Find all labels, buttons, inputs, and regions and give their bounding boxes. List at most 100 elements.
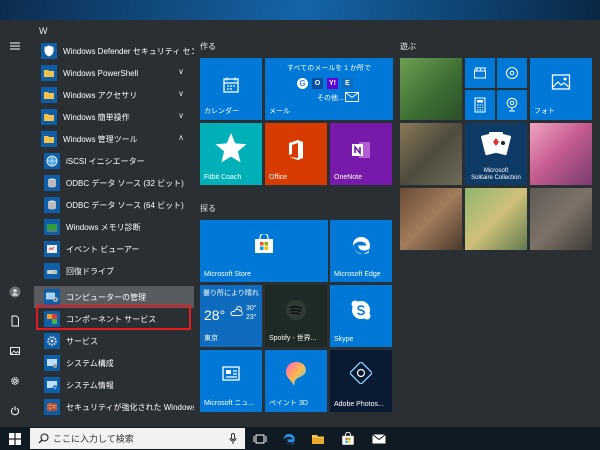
tile-game-blurred-2[interactable] [400,123,462,185]
app-label: Windows Defender セキュリティ センター [63,46,194,56]
chevron-down-icon[interactable]: ∨ [178,111,184,120]
tile-microsoft-solitaire[interactable]: Microsoft Solitaire Collection [465,123,527,185]
tile-weather[interactable]: 曇り所により晴れ 28° 30° 23° 東京 [200,285,262,347]
app-list[interactable]: W Windows Defender セキュリティ センター Windows P… [34,20,194,427]
app-windows-ease-of-access[interactable]: Windows 簡単操作 ∨ [34,106,194,128]
weather-condition: 曇り所により晴れ [203,290,259,297]
memory-icon [44,219,60,235]
app-event-viewer[interactable]: イベント ビューアー [34,238,194,260]
taskbar-mail-button[interactable] [366,427,392,450]
group-title-play: 遊ぶ [400,42,416,51]
tile-paint-3d[interactable]: ペイント 3D [265,350,327,412]
firewall-icon [44,399,60,415]
user-icon [9,286,21,298]
power-button[interactable] [0,397,30,425]
drive-icon [44,263,60,279]
app-services[interactable]: サービス [34,330,194,352]
envelope-icon [372,433,386,443]
app-label: Windows メモリ診断 [66,222,141,232]
tile-fitbit-coach[interactable]: Fitbit Coach [200,123,262,185]
taskbar-search-box[interactable]: ここに入力して検索 [30,428,245,449]
hamburger-menu-button[interactable] [0,32,30,60]
tile-camera[interactable] [497,90,527,120]
tile-label: カレンダー [204,108,239,115]
settings-button[interactable] [0,367,30,395]
edge-icon [283,433,295,445]
app-label: ODBC データ ソース (32 ビット) [66,178,184,188]
tile-calculator[interactable] [465,90,495,120]
tile-microsoft-news[interactable]: Microsoft ニュ... [200,350,262,412]
chevron-up-icon[interactable]: ∧ [178,133,184,142]
letter-header[interactable]: W [39,26,48,36]
tile-photos[interactable]: フォト [530,58,592,120]
taskbar-store-button[interactable] [335,427,361,450]
app-windows-defender[interactable]: Windows Defender セキュリティ センター [34,40,194,62]
app-windows-accessories[interactable]: Windows アクセサリ ∨ [34,84,194,106]
task-view-button[interactable] [247,427,273,450]
music-disc-icon [506,67,518,79]
app-odbc-32[interactable]: ODBC データ ソース (32 ビット) [34,172,194,194]
tile-onenote[interactable]: OneNote [330,123,392,185]
mail-other: その他... [317,95,344,102]
app-recovery-drive[interactable]: 回復ドライブ [34,260,194,282]
folder-icon [41,65,57,81]
hamburger-icon [10,42,20,50]
tile-label: Spotify - 世界... [269,335,317,342]
chevron-down-icon[interactable]: ∨ [178,67,184,76]
app-windows-powershell[interactable]: Windows PowerShell ∨ [34,62,194,84]
documents-button[interactable] [0,307,30,335]
app-label: 回復ドライブ [66,266,114,276]
tile-game-blurred-3[interactable] [400,188,462,250]
app-label: iSCSI イニシエーター [66,156,145,166]
chevron-down-icon[interactable]: ∨ [178,89,184,98]
tile-spotify[interactable]: Spotify - 世界... [265,285,327,347]
tile-microsoft-edge[interactable]: Microsoft Edge [330,220,392,282]
tile-calendar[interactable]: カレンダー [200,58,262,120]
tile-candy-crush[interactable] [530,123,592,185]
tile-office[interactable]: Office [265,123,327,185]
taskbar-file-explorer-button[interactable] [305,427,331,450]
tile-mail[interactable]: すべてのメールを 1 か所で G O Y! E その他... メール [265,58,393,120]
app-windows-admin-tools[interactable]: Windows 管理ツール ∧ [34,128,194,150]
microphone-icon[interactable] [229,433,237,445]
tile-label: メール [269,108,290,115]
shield-icon [41,43,57,59]
outlook-icon: O [312,78,323,89]
app-iscsi-initiator[interactable]: iSCSI イニシエーター [34,150,194,172]
taskbar: ここに入力して検索 [0,427,600,450]
user-account-button[interactable] [0,278,30,306]
tile-adobe-photoshop-express[interactable]: Adobe Photos... [330,350,392,412]
tile-game-blurred-1[interactable] [400,58,462,120]
pictures-button[interactable] [0,337,30,365]
app-windows-firewall-advanced[interactable]: セキュリティが強化された Windows De... [34,396,194,418]
tile-game-blurred-4[interactable] [465,188,527,250]
database-icon [44,175,60,191]
star-icon [215,133,247,163]
power-icon [10,406,20,416]
app-label: イベント ビューアー [66,244,140,254]
onenote-icon [352,142,370,158]
app-odbc-64[interactable]: ODBC データ ソース (64 ビット) [34,194,194,216]
app-label: システム構成 [66,358,114,368]
tile-label: Adobe Photos... [334,401,384,408]
tile-game-blurred-5[interactable] [530,188,592,250]
tile-microsoft-store[interactable]: Microsoft Store [200,220,328,282]
windows-logo-icon [9,432,21,445]
gear-icon [11,377,19,385]
mail-provider-icons: G O Y! E [297,78,353,89]
event-viewer-icon [44,241,60,257]
tile-movies-tv[interactable] [465,58,495,88]
start-button[interactable] [0,427,30,450]
taskbar-edge-button[interactable] [276,427,302,450]
tile-skype[interactable]: Skype [330,285,392,347]
app-label: ODBC データ ソース (64 ビット) [66,200,184,210]
app-system-information[interactable]: システム情報 [34,374,194,396]
tile-groove-music[interactable] [497,58,527,88]
skype-icon [351,300,371,320]
database-icon [44,197,60,213]
app-system-configuration[interactable]: システム構成 [34,352,194,374]
tile-label: Microsoft Solitaire Collection [471,168,521,181]
folder-icon [41,109,57,125]
yahoo-icon: Y! [327,78,338,89]
app-memory-diagnostic[interactable]: Windows メモリ診断 [34,216,194,238]
